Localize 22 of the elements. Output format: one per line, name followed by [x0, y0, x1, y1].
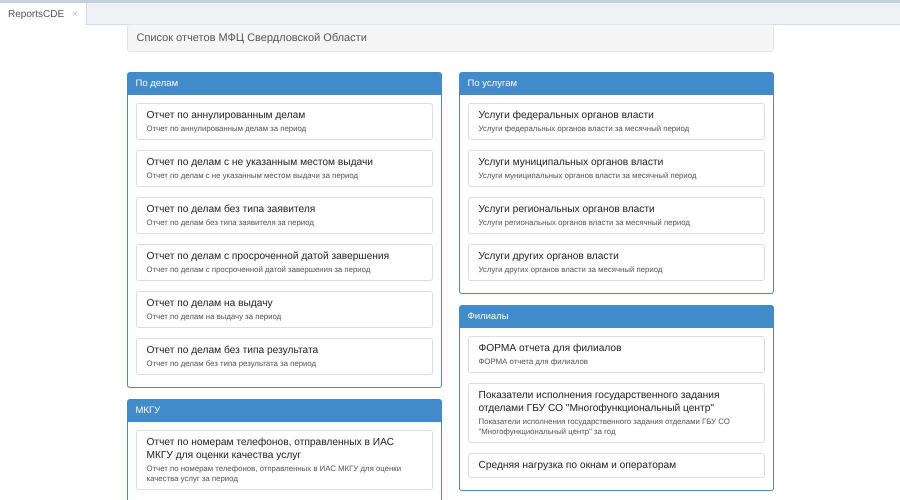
- page-title: Список отчетов МФЦ Свердловской Области: [126, 24, 774, 52]
- report-title: Отчет по делам без типа результата: [146, 344, 320, 357]
- report-title: Отчет по номерам телефонов, отправленных в ИАС МКГУ для оценки качества услуг: [146, 436, 395, 462]
- panel-heading: По делам: [128, 73, 440, 95]
- report-title: Услуги федеральных органов власти: [478, 109, 655, 122]
- report-title: Услуги муниципальных органов власти: [478, 156, 664, 169]
- panel-heading: МКГУ: [128, 400, 440, 422]
- browser-tab[interactable]: ReportsCDE ×: [0, 3, 87, 25]
- report-title: Средняя нагрузка по окнам и операторам: [478, 459, 678, 472]
- report-title: Отчет по аннулированным делам: [146, 109, 306, 122]
- tab-label: ReportsCDE: [8, 8, 64, 20]
- report-link[interactable]: Средняя нагрузка по окнам и операторам: [468, 453, 764, 478]
- report-title: Отчет по делам с просроченной датой завершения: [146, 250, 390, 263]
- report-title: Показатели исполнения государственного задания отделами ГБУ СО "Многофункциональный центр": [478, 389, 721, 415]
- report-title: ФОРМА отчета для филиалов: [478, 342, 622, 355]
- panel-heading: Филиалы: [460, 306, 772, 328]
- report-title: Отчет по делам на выдачу: [146, 297, 274, 310]
- report-title: Услуги других органов власти: [478, 250, 620, 263]
- report-title: Отчет по делам без типа заявителя: [146, 203, 316, 216]
- report-title: Услуги региональных органов власти: [478, 203, 656, 216]
- report-title: Отчет по делам с не указанным местом выдачи: [146, 156, 374, 169]
- panel-heading: По услугам: [460, 73, 772, 95]
